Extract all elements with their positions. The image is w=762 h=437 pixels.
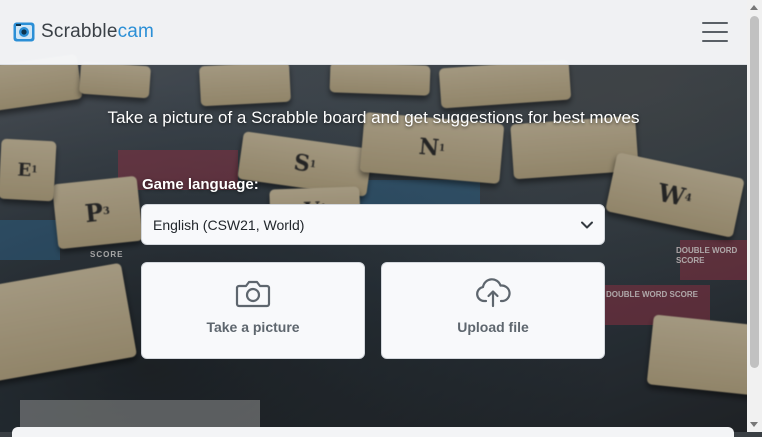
next-section-edge	[12, 427, 734, 437]
language-label: Game language:	[142, 176, 259, 193]
brand-logo-link[interactable]: Scrabblecam	[13, 20, 154, 44]
page-scrollbar[interactable]	[747, 0, 762, 432]
chevron-down-icon	[581, 221, 593, 229]
scroll-down-arrow-icon[interactable]	[750, 422, 758, 427]
cloud-upload-icon	[476, 278, 511, 308]
take-picture-button[interactable]: Take a picture	[141, 262, 365, 359]
upload-file-label: Upload file	[457, 319, 529, 335]
language-select[interactable]: English (CSW21, World)	[141, 204, 605, 245]
take-picture-label: Take a picture	[206, 319, 300, 335]
language-select-value: English (CSW21, World)	[153, 217, 305, 233]
hamburger-menu-icon[interactable]	[702, 20, 728, 44]
camera-logo-icon	[13, 22, 35, 42]
scrollbar-thumb[interactable]	[750, 16, 759, 368]
camera-icon	[235, 280, 271, 308]
page-tagline: Take a picture of a Scrabble board and g…	[107, 108, 640, 127]
top-navbar: Scrabblecam	[0, 0, 747, 65]
upload-file-button[interactable]: Upload file	[381, 262, 605, 359]
brand-name: Scrabblecam	[41, 21, 155, 42]
scroll-up-arrow-icon[interactable]	[750, 5, 758, 10]
